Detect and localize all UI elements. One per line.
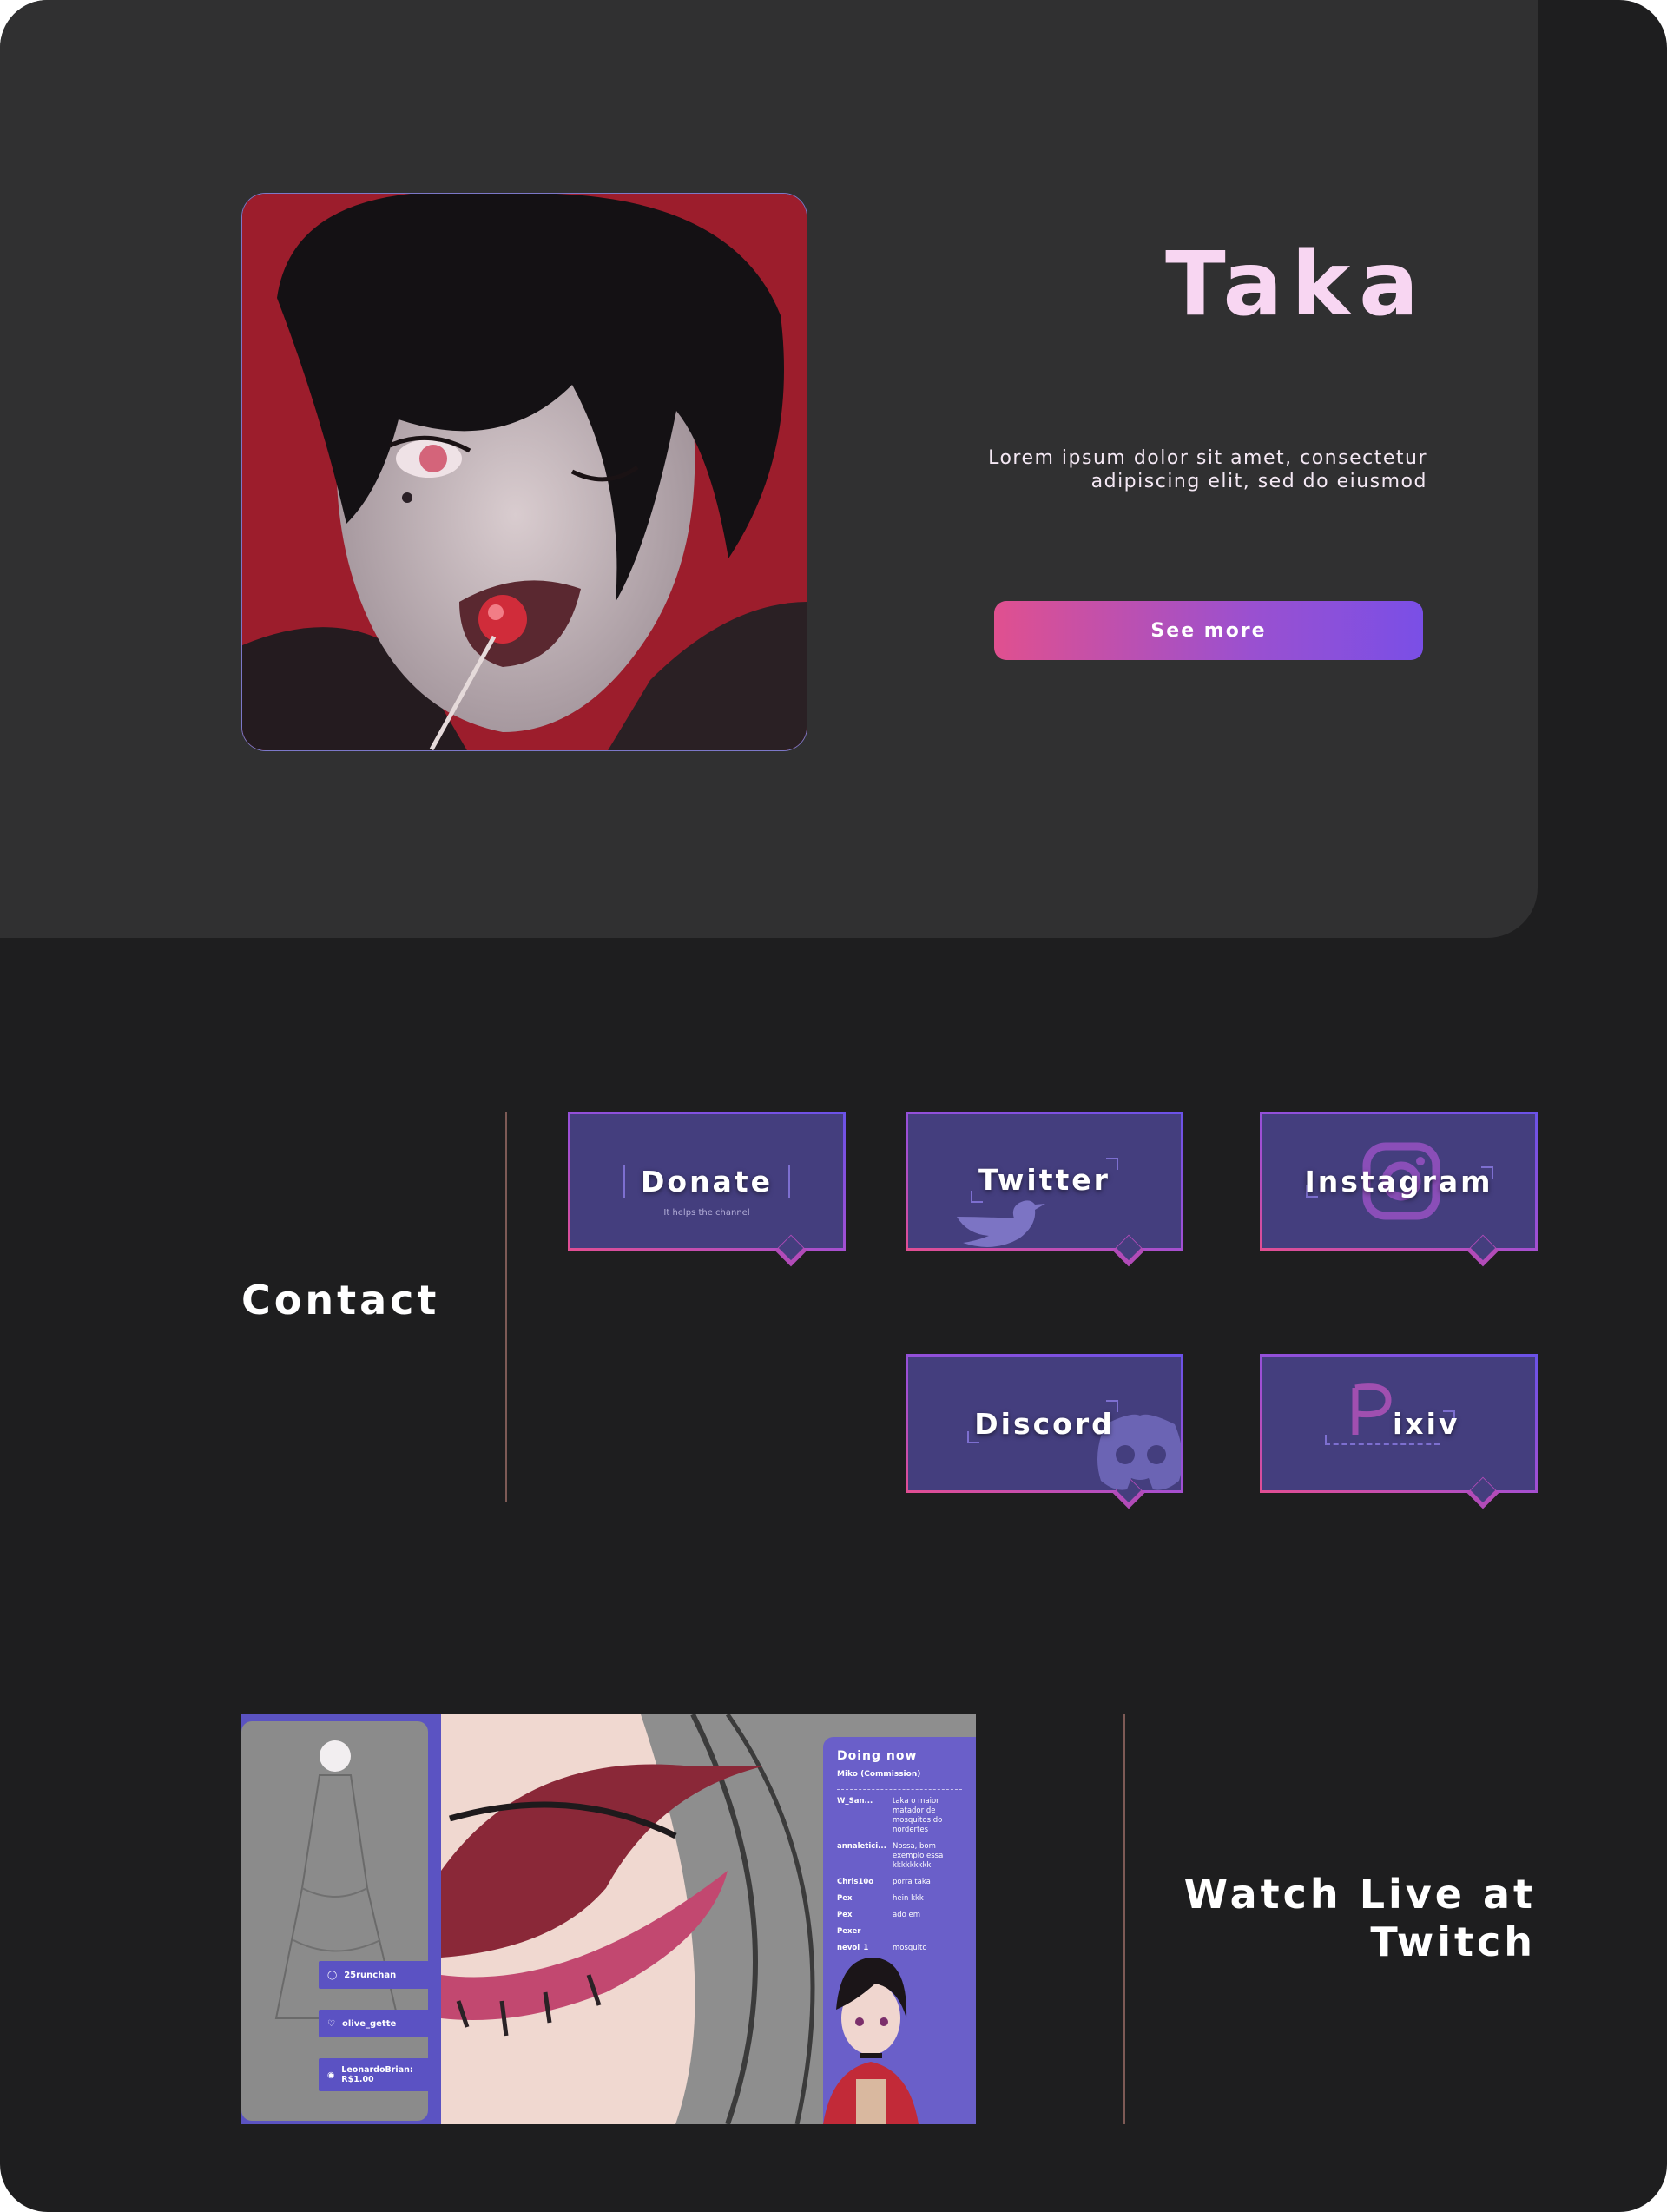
chat-line: Chris10o porra taka xyxy=(837,1878,962,1887)
pixiv-dashed-line xyxy=(1325,1443,1440,1445)
chat-message: ado em xyxy=(893,1911,921,1919)
chat-message: hein kkk xyxy=(893,1894,924,1903)
donate-card[interactable]: Donate It helps the channel xyxy=(568,1112,846,1267)
see-more-button[interactable]: See more xyxy=(994,601,1423,660)
chat-message: taka o maior matador de mosquitos do nor… xyxy=(893,1797,943,1834)
twitter-bird-icon xyxy=(957,1200,1045,1247)
donation-alert: ◉ LeonardoBrian: R$1.00 xyxy=(319,2058,430,2091)
discord-card[interactable]: Discord xyxy=(906,1354,1183,1509)
chat-line: Pex ado em xyxy=(837,1911,962,1920)
instagram-label: Instagram xyxy=(1304,1165,1493,1198)
page: Taka Lorem ipsum dolor sit amet, consect… xyxy=(0,0,1667,2212)
instagram-card[interactable]: Instagram xyxy=(1260,1112,1538,1267)
chat-separator xyxy=(837,1789,962,1790)
chat-user: Pexer xyxy=(837,1927,861,1936)
card-inner: Donate It helps the channel xyxy=(570,1114,843,1248)
follow-alert-text: 25runchan xyxy=(344,1970,397,1980)
chat-user: annaletici... xyxy=(837,1842,886,1851)
hero-section: Taka Lorem ipsum dolor sit amet, consect… xyxy=(0,0,1538,938)
chat-line: W_San... taka o maior matador de mosquit… xyxy=(837,1797,962,1835)
hero-title: Taka xyxy=(1165,233,1427,336)
follow-icon: ◯ xyxy=(327,1970,338,1980)
pixiv-label: ixiv xyxy=(1393,1407,1460,1441)
twitch-stream-preview[interactable]: ◯ 25runchan ♡ olive_gette ◉ LeonardoBria… xyxy=(241,1714,976,2124)
bracket-bl xyxy=(1325,1435,1334,1443)
card-inner: Instagram xyxy=(1262,1114,1535,1248)
twitter-card[interactable]: Twitter xyxy=(906,1112,1183,1267)
chat-user: W_San... xyxy=(837,1797,873,1806)
donation-alert-text: LeonardoBrian: R$1.00 xyxy=(341,2065,413,2084)
heart-icon: ♡ xyxy=(327,2018,335,2029)
card-inner: ixiv xyxy=(1262,1357,1535,1490)
twitch-heading-line1: Watch Live at xyxy=(1183,1871,1536,1918)
card-inner: Twitter xyxy=(908,1114,1181,1248)
chat-user: Pex xyxy=(837,1911,853,1919)
donate-label: Donate xyxy=(641,1165,773,1198)
twitter-label: Twitter xyxy=(978,1163,1110,1197)
chat-line: annaletici... Nossa, bom exemplo essa kk… xyxy=(837,1842,962,1871)
card-inner: Discord xyxy=(908,1357,1181,1490)
sub-alert: ♡ olive_gette xyxy=(319,2010,430,2037)
vtuber-avatar xyxy=(823,1958,919,2124)
hero-portrait-image xyxy=(241,193,807,751)
chat-message: porra taka xyxy=(893,1878,931,1886)
pixiv-p-icon xyxy=(1352,1383,1392,1435)
chat-line: Pex hein kkk xyxy=(837,1894,962,1904)
coin-icon: ◉ xyxy=(327,2070,335,2080)
donate-sublabel: It helps the channel xyxy=(663,1208,750,1218)
twitch-heading[interactable]: Watch Live at Twitch xyxy=(1102,1871,1536,1966)
chat-message: Nossa, bom exemplo essa kkkkkkkkk xyxy=(893,1842,944,1870)
chat-title: Doing now xyxy=(837,1749,918,1763)
chat-line: Pexer xyxy=(837,1927,962,1937)
contact-divider xyxy=(505,1112,507,1502)
twitch-heading-line2: Twitch xyxy=(1370,1918,1536,1965)
chat-subtitle: Miko (Commission) xyxy=(837,1770,921,1779)
discord-label: Discord xyxy=(974,1407,1115,1441)
hero-description: Lorem ipsum dolor sit amet, consectetur … xyxy=(988,447,1427,492)
sub-alert-text: olive_gette xyxy=(341,2018,397,2029)
follow-alert: ◯ 25runchan xyxy=(319,1961,430,1989)
chat-user: Pex xyxy=(837,1894,853,1903)
contact-heading: Contact xyxy=(241,1277,440,1324)
portrait-illustration xyxy=(242,194,807,750)
chat-user: Chris10o xyxy=(837,1878,874,1886)
pixiv-card[interactable]: ixiv xyxy=(1260,1354,1538,1509)
